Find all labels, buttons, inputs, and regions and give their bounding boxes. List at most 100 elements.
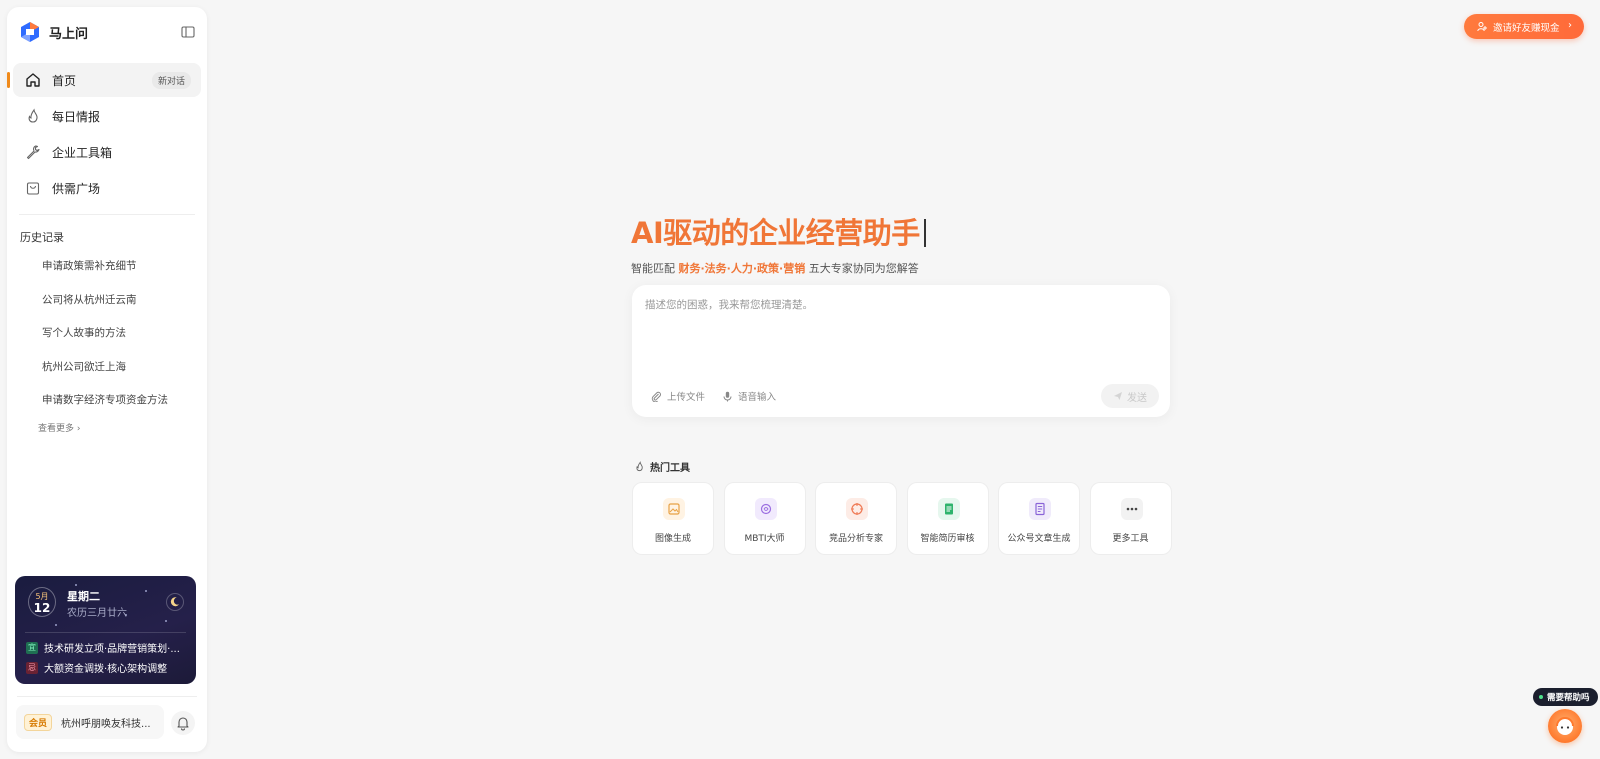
document-icon <box>937 498 960 520</box>
tool-label: 更多工具 <box>1112 534 1149 544</box>
users-icon <box>1477 22 1487 32</box>
bell-icon[interactable] <box>171 711 195 735</box>
nav-label: 供需广场 <box>52 181 101 196</box>
chat-composer: 上传文件 语音输入 发送 <box>632 285 1170 417</box>
history-item[interactable]: 写个人故事的方法 <box>42 324 202 358</box>
history-item[interactable]: 公司将从杭州迁云南 <box>42 291 202 325</box>
star-decoration <box>75 584 77 586</box>
ji-tag: 忌 <box>26 661 38 674</box>
brain-icon <box>754 498 777 520</box>
more-dots-icon <box>1120 498 1143 520</box>
history-list: 申请政策需补充细节 公司将从杭州迁云南 写个人故事的方法 杭州公司欲迁上海 申请… <box>42 257 202 425</box>
tool-label: 公众号文章生成 <box>1007 534 1071 544</box>
hero-sub-suffix: 五大专家协同为您解答 <box>805 262 919 275</box>
history-item[interactable]: 杭州公司欲迁上海 <box>42 358 202 392</box>
star-decoration <box>165 620 167 622</box>
see-more-label: 查看更多 <box>38 424 75 434</box>
article-icon <box>1029 498 1051 520</box>
flame-icon <box>28 108 38 123</box>
history-item[interactable]: 申请政策需补充细节 <box>42 257 202 291</box>
hero-title-text: AI驱动的企业经营助手 <box>631 216 920 250</box>
voice-label: 语音输入 <box>738 392 777 403</box>
bag-icon <box>26 182 40 195</box>
nav-item-home[interactable]: 首页 新对话 <box>7 63 201 97</box>
calendar-day: 12 <box>33 601 51 615</box>
help-assistant-button[interactable] <box>1548 709 1582 743</box>
help-tooltip[interactable]: 需要帮助吗 <box>1533 688 1598 706</box>
tool-card-article-generation[interactable]: 公众号文章生成 <box>998 482 1080 555</box>
tool-label: MBTI大师 <box>744 534 785 544</box>
nav-item-daily-intel[interactable]: 每日情报 <box>13 99 201 133</box>
new-chat-button[interactable]: 新对话 <box>151 72 191 89</box>
image-icon <box>663 498 685 520</box>
moon-icon <box>166 593 184 611</box>
send-button[interactable]: 发送 <box>1101 384 1159 408</box>
see-more-link[interactable]: 查看更多 › <box>38 421 81 434</box>
wrench-icon <box>26 145 40 160</box>
paperclip-icon <box>651 391 661 402</box>
hero-sub-prefix: 智能匹配 <box>631 262 679 275</box>
history-title: 历史记录 <box>20 231 64 244</box>
company-name: 杭州呼朋唤友科技... <box>61 718 151 730</box>
voice-input-button[interactable]: 语音输入 <box>722 389 776 403</box>
nav-label: 首页 <box>52 73 77 88</box>
send-icon <box>1114 392 1122 400</box>
tool-card-competitor-analysis[interactable]: 竞品分析专家 <box>815 482 897 555</box>
invite-friends-button[interactable]: 邀请好友赚现金 › <box>1464 14 1584 39</box>
nav-label: 企业工具箱 <box>52 145 113 160</box>
hot-tools-title: 热门工具 <box>650 463 690 474</box>
hero-subtitle: 智能匹配 财务·法务·人力·政策·营销 五大专家协同为您解答 <box>631 260 919 276</box>
calendar-card: 5月 12 星期二 农历三月廿六 宜 技术研发立项·品牌营销策划·... 忌 大… <box>15 576 196 684</box>
chat-input[interactable] <box>645 297 1145 357</box>
send-label: 发送 <box>1127 392 1147 404</box>
star-decoration <box>55 624 57 626</box>
microphone-icon <box>723 391 732 401</box>
tool-card-mbti[interactable]: MBTI大师 <box>723 482 806 555</box>
tool-label: 竞品分析专家 <box>828 534 883 544</box>
upload-file-button[interactable]: 上传文件 <box>651 389 705 403</box>
text-caret <box>923 219 926 247</box>
yi-tag: 宜 <box>26 641 38 654</box>
brand-name: 马上问 <box>49 26 89 42</box>
calendar-yi-row: 宜 技术研发立项·品牌营销策划·... <box>26 640 180 655</box>
logo-icon <box>21 22 39 42</box>
calendar-divider <box>25 632 186 633</box>
star-decoration <box>145 590 147 592</box>
divider <box>17 696 197 697</box>
ji-text: 大额资金调拨·核心架构调整 <box>44 664 168 675</box>
hot-tools-list: 图像生成 MBTI大师 竞品分析专家 智能简历审核 公众号文章生成 更多工具 <box>632 482 1181 555</box>
history-item[interactable]: 申请数字经济专项资金方法 <box>42 391 202 425</box>
flame-icon <box>636 461 643 472</box>
nav-item-marketplace[interactable]: 供需广场 <box>13 171 201 205</box>
tool-card-resume-review[interactable]: 智能简历审核 <box>906 482 989 555</box>
chevron-right-icon: › <box>76 424 81 434</box>
invite-label: 邀请好友赚现金 <box>1493 22 1560 34</box>
hero-sub-highlight: 财务·法务·人力·政策·营销 <box>678 262 806 275</box>
chevron-right-icon: › <box>1568 20 1572 31</box>
divider <box>19 214 195 215</box>
sidebar-collapse-icon[interactable] <box>181 25 195 39</box>
tool-label: 图像生成 <box>654 534 691 544</box>
tool-card-more-tools[interactable]: 更多工具 <box>1089 482 1172 555</box>
member-account[interactable]: 会员 杭州呼朋唤友科技... <box>16 705 164 739</box>
brand[interactable]: 马上问 <box>19 21 88 43</box>
headset-icon <box>1556 717 1574 735</box>
hero-title: AI驱动的企业经营助手 <box>631 210 926 252</box>
upload-label: 上传文件 <box>667 392 706 403</box>
home-icon <box>26 73 40 87</box>
online-status-dot <box>1539 695 1543 699</box>
nav-item-toolbox[interactable]: 企业工具箱 <box>13 135 201 169</box>
member-badge: 会员 <box>24 713 53 731</box>
main-nav: 首页 新对话 每日情报 企业工具箱 供需广场 <box>7 63 201 207</box>
tool-card-image-generation[interactable]: 图像生成 <box>632 482 714 555</box>
calendar-ji-row: 忌 大额资金调拨·核心架构调整 <box>26 660 167 675</box>
tool-label: 智能简历审核 <box>920 534 975 544</box>
calendar-date-badge: 5月 12 <box>28 587 56 617</box>
sidebar: 马上问 首页 新对话 每日情报 企业工具箱 供需广场 历史记录 申请政策需补充细… <box>7 7 207 752</box>
calendar-weekday: 星期二 <box>67 590 100 603</box>
yi-text: 技术研发立项·品牌营销策划·... <box>44 644 180 655</box>
target-icon <box>846 498 868 520</box>
calendar-lunar-date: 农历三月廿六 <box>67 608 127 619</box>
hot-tools-header: 热门工具 <box>634 459 690 474</box>
help-label: 需要帮助吗 <box>1547 693 1590 703</box>
